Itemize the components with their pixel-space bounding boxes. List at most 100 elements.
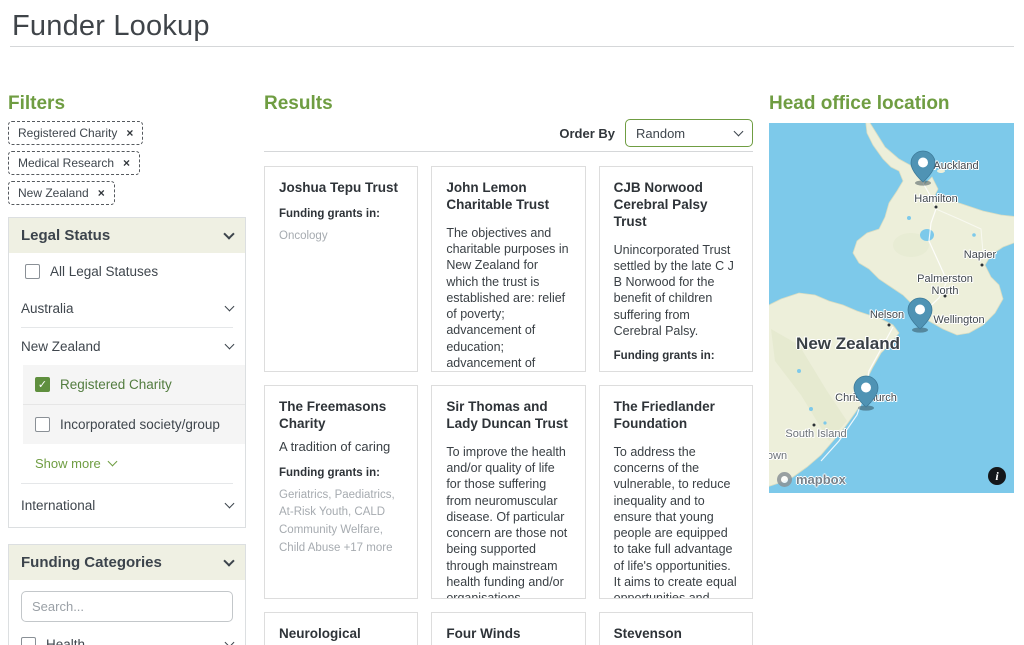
grants-categories: Geriatrics, Paediatrics, At-Risk Youth, … xyxy=(279,487,403,558)
palmerston-north-label: Palmerston North xyxy=(913,273,977,297)
filter-tag-label: Medical Research xyxy=(18,156,114,170)
hamilton-dot xyxy=(935,206,938,209)
filter-tag-registered-charity[interactable]: Registered Charity × xyxy=(8,121,143,145)
map-info-button[interactable]: i xyxy=(988,467,1006,485)
all-legal-statuses-option[interactable]: All Legal Statuses xyxy=(9,253,245,290)
nelson-dot xyxy=(888,324,891,327)
new-zealand-options: ✓ Registered Charity Incorporated societ… xyxy=(23,365,245,444)
all-legal-statuses-checkbox[interactable] xyxy=(25,264,40,279)
funder-name: The Freemasons Charity xyxy=(279,399,403,433)
hamilton-label: Hamilton xyxy=(914,193,957,205)
results-heading: Results xyxy=(264,93,753,115)
funder-card[interactable]: Four Winds Foundation xyxy=(431,612,585,645)
map-pin-auckland[interactable] xyxy=(910,150,936,186)
option-registered-charity[interactable]: ✓ Registered Charity xyxy=(23,365,245,404)
order-by-label: Order By xyxy=(559,126,615,141)
map-pin-christchurch[interactable] xyxy=(853,375,879,411)
legal-status-group-international[interactable]: International xyxy=(9,484,245,527)
funder-lookup-page: Funder Lookup Filters Registered Charity… xyxy=(0,0,1024,645)
funding-categories-title: Funding Categories xyxy=(21,554,162,571)
funder-description: A tradition of caring xyxy=(279,439,403,456)
map-pin-wellington[interactable] xyxy=(907,297,933,333)
funder-name: Four Winds Foundation xyxy=(446,626,570,645)
chevron-down-icon xyxy=(223,555,234,566)
check-icon: ✓ xyxy=(38,378,47,391)
legal-status-group-new-zealand[interactable]: New Zealand xyxy=(9,328,245,365)
incorporated-society-checkbox[interactable] xyxy=(35,417,50,432)
registered-charity-checkbox[interactable]: ✓ xyxy=(35,377,50,392)
head-office-section: Head office location xyxy=(769,93,1014,493)
chevron-down-icon xyxy=(225,638,235,645)
chevron-down-icon xyxy=(225,499,235,509)
queenstown-partial-label: own xyxy=(769,450,787,462)
results-divider xyxy=(264,151,753,152)
funder-card[interactable]: CJB Norwood Cerebral Palsy Trust Unincor… xyxy=(599,166,753,372)
filter-tag-label: Registered Charity xyxy=(18,126,117,140)
napier-dot xyxy=(981,264,984,267)
mapbox-logo[interactable]: mapbox xyxy=(777,472,846,487)
chevron-down-icon xyxy=(223,228,234,239)
funder-description: Unincorporated Trust settled by the late… xyxy=(614,242,738,340)
filters-heading: Filters xyxy=(8,93,246,115)
order-by-value: Random xyxy=(636,126,685,141)
order-by-select[interactable]: Random xyxy=(625,119,753,147)
funder-description: The objectives and charitable purposes i… xyxy=(446,225,570,372)
funder-card[interactable]: Neurological Foundation xyxy=(264,612,418,645)
auckland-label: Auckland xyxy=(933,160,978,172)
legal-status-title: Legal Status xyxy=(21,227,110,244)
chevron-down-icon xyxy=(107,457,117,467)
new-zealand-label: New Zealand xyxy=(796,334,900,354)
napier-label: Napier xyxy=(964,249,996,261)
funder-description: To address the concerns of the vulnerabl… xyxy=(614,444,738,599)
legal-status-group-australia[interactable]: Australia xyxy=(9,290,245,327)
funder-card[interactable]: Sir Thomas and Lady Duncan Trust To impr… xyxy=(431,385,585,599)
funder-name: Sir Thomas and Lady Duncan Trust xyxy=(446,399,570,433)
show-more-link[interactable]: Show more xyxy=(9,444,245,483)
category-search-input[interactable] xyxy=(21,591,233,622)
title-divider xyxy=(10,46,1014,47)
mapbox-wordmark: mapbox xyxy=(796,472,846,487)
funder-card[interactable]: The Friedlander Foundation To address th… xyxy=(599,385,753,599)
filters-sidebar: Filters Registered Charity × Medical Res… xyxy=(8,93,246,645)
chevron-down-icon xyxy=(225,302,235,312)
wellington-label: Wellington xyxy=(933,314,984,326)
close-icon[interactable]: × xyxy=(126,126,133,140)
category-health[interactable]: Health xyxy=(9,626,245,645)
funder-name: CJB Norwood Cerebral Palsy Trust xyxy=(614,180,738,231)
south-island-label: South Island xyxy=(785,428,846,440)
option-incorporated-society[interactable]: Incorporated society/group xyxy=(23,405,245,444)
grants-label: Funding grants in: xyxy=(614,350,738,362)
nelson-label: Nelson xyxy=(870,309,904,321)
funding-categories-panel: Funding Categories Health xyxy=(8,544,246,645)
mapbox-icon xyxy=(777,472,792,487)
grants-label: Funding grants in: xyxy=(279,208,403,220)
south-island-dot xyxy=(813,424,816,427)
filter-tag-medical-research[interactable]: Medical Research × xyxy=(8,151,140,175)
funder-card[interactable]: Stevenson Foundation xyxy=(599,612,753,645)
results-section: Results Order By Random Joshua Tepu Trus… xyxy=(264,93,753,645)
info-icon: i xyxy=(995,469,998,484)
legal-status-body: All Legal Statuses Australia New Zealand xyxy=(9,253,245,527)
grants-label: Funding grants in: xyxy=(279,467,403,479)
page-title: Funder Lookup xyxy=(12,10,210,43)
funding-categories-body: Health ✓ Medical Research (entire catego… xyxy=(9,580,245,645)
chevron-down-icon xyxy=(225,340,235,350)
map-canvas[interactable]: Auckland Hamilton Napier Palmerston Nort… xyxy=(769,123,1014,493)
funder-description: To improve the health and/or quality of … xyxy=(446,444,570,599)
filter-tag-label: New Zealand xyxy=(18,186,89,200)
chevron-down-icon xyxy=(734,126,744,136)
results-grid: Joshua Tepu Trust Funding grants in: Onc… xyxy=(264,166,753,645)
funding-categories-header[interactable]: Funding Categories xyxy=(9,545,245,580)
funder-card[interactable]: John Lemon Charitable Trust The objectiv… xyxy=(431,166,585,372)
funder-name: Joshua Tepu Trust xyxy=(279,180,403,197)
close-icon[interactable]: × xyxy=(123,156,130,170)
legal-status-header[interactable]: Legal Status xyxy=(9,218,245,253)
grants-categories: Oncology xyxy=(279,228,403,246)
funder-card[interactable]: The Freemasons Charity A tradition of ca… xyxy=(264,385,418,599)
close-icon[interactable]: × xyxy=(98,186,105,200)
legal-status-panel: Legal Status All Legal Statuses Australi… xyxy=(8,217,246,528)
filter-tag-new-zealand[interactable]: New Zealand × xyxy=(8,181,115,205)
grants-categories: Adult Disability - Physical (Other), Chi… xyxy=(614,370,738,372)
health-checkbox[interactable] xyxy=(21,637,36,645)
funder-card[interactable]: Joshua Tepu Trust Funding grants in: Onc… xyxy=(264,166,418,372)
